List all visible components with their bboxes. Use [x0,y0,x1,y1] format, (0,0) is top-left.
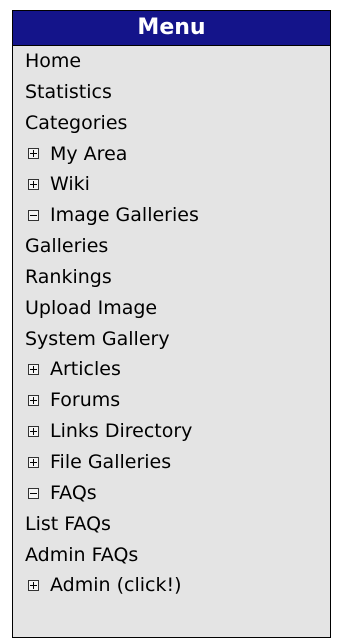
plus-box-icon[interactable] [28,580,39,592]
menu-item-label: Home [25,50,82,72]
menu-item-galleries[interactable]: Galleries [25,231,330,262]
menu-item-system-gallery[interactable]: System Gallery [25,324,330,355]
menu-item-label: Admin (click!) [50,574,182,597]
minus-box-icon[interactable] [28,210,39,222]
menu-item-label: Wiki [50,173,90,196]
menu-section-links-directory[interactable]: Links Directory [25,416,330,447]
menu-item-label: Rankings [25,265,112,288]
menu-list: Home Statistics Categories My Area Wiki … [13,46,330,601]
minus-box-icon[interactable] [28,487,39,499]
menu-item-list-faqs[interactable]: List FAQs [25,509,330,540]
menu-item-label: My Area [50,142,128,165]
menu-item-label: Forums [50,389,121,412]
menu-item-label: File Galleries [50,450,172,473]
menu-section-articles[interactable]: Articles [25,354,330,385]
menu-section-file-galleries[interactable]: File Galleries [25,447,330,478]
menu-item-upload-image[interactable]: Upload Image [25,293,330,324]
menu-item-admin-faqs[interactable]: Admin FAQs [25,540,330,571]
plus-box-icon[interactable] [28,395,39,407]
menu-item-label: Upload Image [25,296,158,319]
menu-item-label: FAQs [50,481,97,504]
plus-box-icon[interactable] [28,148,39,160]
menu-panel: Menu Home Statistics Categories My Area … [12,10,331,638]
menu-item-label: Categories [25,111,128,134]
menu-item-rankings[interactable]: Rankings [25,262,330,293]
menu-item-label: List FAQs [25,512,111,535]
plus-box-icon[interactable] [28,456,39,468]
menu-item-home[interactable]: Home [25,46,330,77]
plus-box-icon[interactable] [28,426,39,438]
plus-box-icon[interactable] [28,179,39,191]
menu-item-label: Image Galleries [50,204,199,227]
menu-item-statistics[interactable]: Statistics [25,77,330,108]
plus-box-icon[interactable] [28,364,39,376]
menu-item-categories[interactable]: Categories [25,108,330,139]
menu-item-label: Articles [50,358,121,381]
menu-section-admin[interactable]: Admin (click!) [25,570,330,601]
menu-section-faqs[interactable]: FAQs [25,478,330,509]
menu-title: Menu [13,11,330,46]
menu-section-forums[interactable]: Forums [25,385,330,416]
menu-item-label: System Gallery [25,327,170,350]
menu-item-label: Galleries [25,235,109,258]
menu-section-image-galleries[interactable]: Image Galleries [25,200,330,231]
menu-item-label: Statistics [25,80,112,103]
menu-item-label: Admin FAQs [25,543,139,566]
menu-section-my-area[interactable]: My Area [25,139,330,170]
menu-section-wiki[interactable]: Wiki [25,169,330,200]
menu-item-label: Links Directory [50,420,193,443]
